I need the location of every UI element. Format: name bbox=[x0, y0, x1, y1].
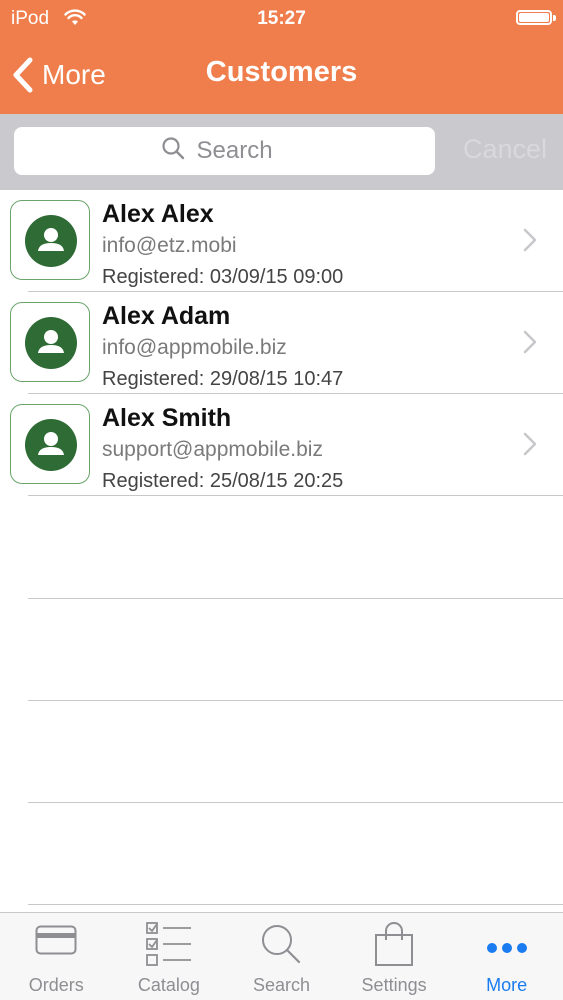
status-time: 15:27 bbox=[257, 8, 306, 29]
customer-registered: Registered: 29/08/15 10:47 bbox=[102, 368, 344, 390]
avatar bbox=[10, 200, 90, 280]
search-field[interactable] bbox=[14, 127, 435, 175]
search-input[interactable] bbox=[194, 136, 289, 166]
tab-label: Settings bbox=[361, 975, 427, 995]
checklist-icon bbox=[145, 922, 191, 966]
bag-icon bbox=[375, 922, 414, 966]
customer-email: support@appmobile.biz bbox=[102, 438, 323, 461]
chevron-right-icon bbox=[523, 228, 537, 252]
status-bar: iPod 15:27 bbox=[0, 0, 563, 40]
row-divider bbox=[28, 495, 563, 496]
tab-label: Catalog bbox=[137, 975, 200, 995]
card-icon bbox=[35, 925, 77, 955]
customer-registered: Registered: 25/08/15 20:25 bbox=[102, 470, 344, 492]
search-icon bbox=[161, 136, 185, 167]
customer-name: Alex Adam bbox=[102, 302, 231, 330]
customer-email: info@appmobile.biz bbox=[102, 336, 287, 359]
more-dots-icon bbox=[486, 943, 527, 953]
page-title: Customers bbox=[205, 56, 358, 88]
customer-row[interactable]: Alex Adam info@appmobile.biz Registered:… bbox=[0, 292, 563, 394]
customer-list: Alex Alex info@etz.mobi Registered: 03/0… bbox=[0, 190, 563, 496]
cancel-button[interactable]: Cancel bbox=[463, 134, 547, 165]
customer-row[interactable]: Alex Alex info@etz.mobi Registered: 03/0… bbox=[0, 190, 563, 292]
customer-registered: Registered: 03/09/15 09:00 bbox=[102, 266, 344, 288]
customer-email: info@etz.mobi bbox=[102, 234, 237, 257]
tab-orders[interactable]: Orders bbox=[0, 913, 113, 1000]
search-bar: Cancel bbox=[0, 114, 563, 190]
avatar bbox=[10, 404, 90, 484]
person-icon bbox=[25, 215, 77, 267]
tab-label: More bbox=[486, 975, 528, 995]
chevron-right-icon bbox=[523, 330, 537, 354]
tab-search[interactable]: Search bbox=[225, 913, 338, 1000]
tab-label: Search bbox=[252, 975, 310, 995]
navigation-header: iPod 15:27 More Customers bbox=[0, 0, 563, 114]
chevron-right-icon bbox=[523, 432, 537, 456]
magnifier-icon bbox=[262, 925, 301, 964]
customer-name: Alex Alex bbox=[102, 200, 214, 228]
tab-more[interactable]: More bbox=[450, 913, 563, 1000]
tab-label: Orders bbox=[28, 975, 84, 995]
empty-row-divider bbox=[28, 802, 563, 803]
tab-settings[interactable]: Settings bbox=[338, 913, 451, 1000]
avatar bbox=[10, 302, 90, 382]
customer-row[interactable]: Alex Smith support@appmobile.biz Registe… bbox=[0, 394, 563, 496]
person-icon bbox=[25, 419, 77, 471]
tab-catalog[interactable]: Catalog bbox=[113, 913, 226, 1000]
person-icon bbox=[25, 317, 77, 369]
customer-name: Alex Smith bbox=[102, 404, 232, 432]
empty-row-divider bbox=[28, 904, 563, 905]
battery-icon bbox=[516, 10, 556, 25]
tab-bar: Orders Catalog Search Settings More bbox=[0, 912, 563, 1000]
empty-row-divider bbox=[28, 700, 563, 701]
empty-row-divider bbox=[28, 598, 563, 599]
